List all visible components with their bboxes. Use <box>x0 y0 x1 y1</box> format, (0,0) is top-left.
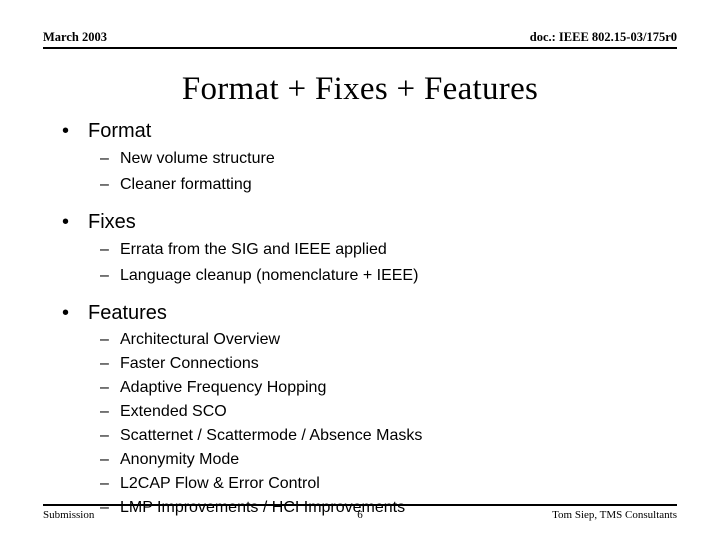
bullet-dash-icon: – <box>100 267 109 284</box>
section-fixes: • Fixes – Errata from the SIG and IEEE a… <box>56 208 676 289</box>
bullet-level2-label: Scatternet / Scattermode / Absence Masks <box>120 427 423 444</box>
bullet-level1-format: • Format <box>56 117 676 146</box>
bullet-level2: – Errata from the SIG and IEEE applied <box>56 237 676 263</box>
bullet-level2: – Faster Connections <box>56 352 676 376</box>
slide-header: March 2003 doc.: IEEE 802.15-03/175r0 <box>43 30 677 52</box>
bullet-level2-label: New volume structure <box>120 150 275 167</box>
bullet-level2-label: Extended SCO <box>120 403 227 420</box>
sublist-fixes: – Errata from the SIG and IEEE applied –… <box>56 237 676 289</box>
bullet-level2-label: Cleaner formatting <box>120 176 252 193</box>
header-divider <box>43 47 677 49</box>
header-date: March 2003 <box>43 30 107 44</box>
slide-title: Format + Fixes + Features <box>181 71 539 107</box>
bullet-dash-icon: – <box>100 403 109 420</box>
bullet-level1-label: Fixes <box>88 211 136 233</box>
slide-canvas: March 2003 doc.: IEEE 802.15-03/175r0 Fo… <box>0 0 720 540</box>
bullet-dash-icon: – <box>100 475 109 492</box>
bullet-level2-label: L2CAP Flow & Error Control <box>120 475 320 492</box>
bullet-dot-icon: • <box>62 120 70 142</box>
sublist-features: – Architectural Overview – Faster Connec… <box>56 328 676 520</box>
bullet-dash-icon: – <box>100 427 109 444</box>
slide-footer: Submission 6 Tom Siep, TMS Consultants <box>43 504 677 534</box>
bullet-level2-label: Errata from the SIG and IEEE applied <box>120 241 387 258</box>
header-document-id: doc.: IEEE 802.15-03/175r0 <box>529 30 677 44</box>
footer-row: Submission 6 Tom Siep, TMS Consultants <box>43 508 677 522</box>
bullet-level2: – Cleaner formatting <box>56 172 676 198</box>
bullet-dash-icon: – <box>100 355 109 372</box>
bullet-level1-fixes: • Fixes <box>56 208 676 237</box>
bullet-level2: – Anonymity Mode <box>56 448 676 472</box>
bullet-level2: – New volume structure <box>56 146 676 172</box>
bullet-dash-icon: – <box>100 176 109 193</box>
bullet-dot-icon: • <box>62 302 70 324</box>
bullet-level2: – Adaptive Frequency Hopping <box>56 376 676 400</box>
bullet-level2: – Extended SCO <box>56 400 676 424</box>
bullet-level1-label: Format <box>88 120 152 142</box>
bullet-level2-label: Anonymity Mode <box>120 451 240 468</box>
section-features: • Features – Architectural Overview – Fa… <box>56 299 676 520</box>
bullet-dash-icon: – <box>100 241 109 258</box>
section-format: • Format – New volume structure – Cleane… <box>56 117 676 198</box>
bullet-level2: – L2CAP Flow & Error Control <box>56 472 676 496</box>
sublist-format: – New volume structure – Cleaner formatt… <box>56 146 676 198</box>
bullet-level2-label: Faster Connections <box>120 355 259 372</box>
footer-author: Tom Siep, TMS Consultants <box>552 509 677 521</box>
bullet-dash-icon: – <box>100 379 109 396</box>
header-row: March 2003 doc.: IEEE 802.15-03/175r0 <box>43 30 677 45</box>
bullet-level2: – Architectural Overview <box>56 328 676 352</box>
bullet-level2-label: Adaptive Frequency Hopping <box>120 379 327 396</box>
bullet-level2-label: Language cleanup (nomenclature + IEEE) <box>120 267 419 284</box>
bullet-level2-label: Architectural Overview <box>120 331 281 348</box>
bullet-level1-features: • Features <box>56 299 676 328</box>
bullet-level1-label: Features <box>88 302 167 324</box>
bullet-dot-icon: • <box>62 211 70 233</box>
bullet-level2: – Scatternet / Scattermode / Absence Mas… <box>56 424 676 448</box>
footer-divider <box>43 504 677 506</box>
bullet-dash-icon: – <box>100 331 109 348</box>
slide-body: • Format – New volume structure – Cleane… <box>56 117 676 520</box>
bullet-dash-icon: – <box>100 451 109 468</box>
bullet-level2: – Language cleanup (nomenclature + IEEE) <box>56 263 676 289</box>
bullet-dash-icon: – <box>100 150 109 167</box>
